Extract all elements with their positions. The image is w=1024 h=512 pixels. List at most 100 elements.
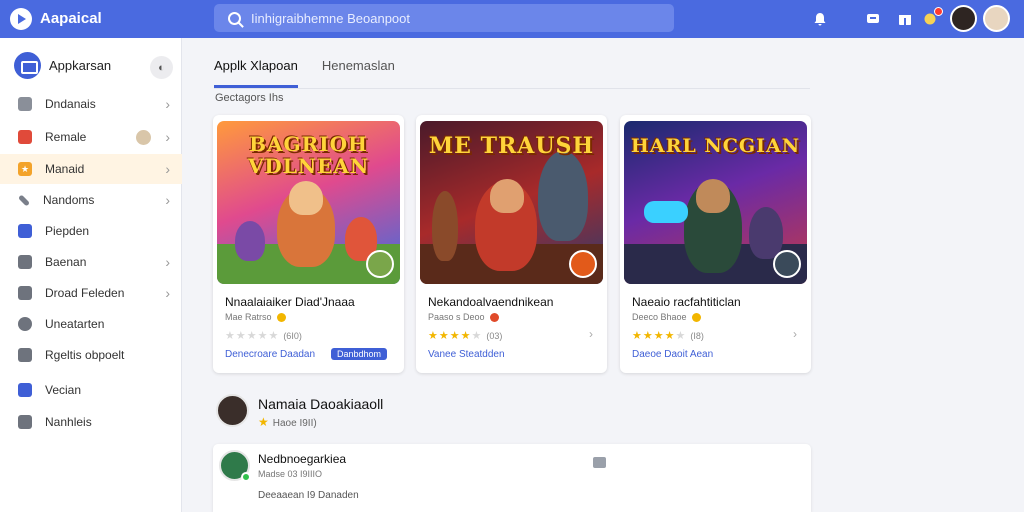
chevron-right-icon: ›	[165, 129, 170, 145]
person-icon	[18, 317, 32, 331]
star-icon: ★	[18, 162, 32, 176]
game-meta: Deeco Bhaoe	[632, 312, 701, 322]
game-name: Naeaio racfahtiticlan	[632, 295, 741, 309]
list-item[interactable]: Nedbnoegarkiea Madse 03 I9IIIO Deeaaean …	[213, 444, 811, 512]
chevron-right-icon: ›	[165, 254, 170, 270]
game-meta-text: Paaso s Deoo	[428, 312, 485, 322]
star-icon: ★	[258, 415, 269, 429]
game-art-title: BAGRIOH VDLNEAN	[247, 132, 370, 178]
search-input[interactable]	[251, 10, 631, 26]
developer-rating: ★ Haoe I9II)	[258, 415, 317, 429]
developer-avatar[interactable]	[216, 394, 249, 427]
list-item-footer: Deeaaean I9 Danaden	[258, 490, 359, 501]
game-card[interactable]: HARL NCGIAN Naeaio racfahtiticlan Deeco …	[620, 115, 811, 373]
game-art-title: HARL NCGIAN	[630, 135, 801, 157]
section-label: Gectagors Ihs	[215, 92, 284, 104]
chevron-right-icon: ›	[165, 285, 170, 301]
tab-bar: Applk Xlapoan Henemaslan	[214, 58, 419, 88]
image-icon[interactable]	[593, 457, 606, 468]
chevron-right-icon: ›	[165, 96, 170, 112]
lock-icon	[18, 255, 32, 269]
app-title: Aapaical	[40, 10, 102, 27]
coin-icon	[276, 312, 286, 322]
game-badge-icon	[569, 250, 597, 278]
sidebar-header-label: Appkarsan	[49, 58, 112, 73]
tab-divider	[214, 88, 810, 89]
sidebar-item-label: Droad Feleden	[45, 286, 125, 300]
gift-icon[interactable]	[895, 9, 915, 29]
doc-icon	[18, 348, 32, 362]
search-bar[interactable]	[214, 4, 674, 32]
game-art[interactable]: ME TRAUSH	[420, 121, 603, 284]
rating-count: (I8)	[690, 331, 704, 341]
top-bar: Aapaical	[0, 0, 1024, 38]
sidebar-item-label: Vecian	[45, 383, 82, 397]
developer-link[interactable]: Denecroare Daadan	[225, 349, 315, 360]
rating: ★★★★★ (6I0)	[225, 329, 302, 342]
game-name: Nekandoalvaendnikean	[428, 295, 554, 309]
sidebar-item-2[interactable]: Remale ›	[0, 122, 182, 152]
game-card[interactable]: ME TRAUSH Nekandoalvaendnikean Paaso s D…	[416, 115, 607, 373]
avatar-secondary[interactable]	[983, 5, 1010, 32]
game-art[interactable]: HARL NCGIAN	[624, 121, 807, 284]
tab-secondary[interactable]: Henemaslan	[322, 58, 395, 88]
sidebar-item-3[interactable]: ★ Manaid ›	[0, 154, 182, 184]
square-icon	[18, 383, 32, 397]
chat-icon[interactable]	[863, 9, 883, 29]
game-meta: Mae Ratrso	[225, 312, 286, 322]
rating-count: (03)	[486, 331, 503, 341]
developer-rating-text: Haoe I9II)	[272, 418, 317, 429]
stars-icon: ★★★★★	[225, 330, 280, 342]
sidebar-item-10[interactable]: Vecian	[0, 375, 182, 405]
flag-icon	[18, 130, 32, 144]
pen-icon	[17, 193, 31, 207]
search-icon	[228, 11, 241, 25]
install-button[interactable]: Danbdhom	[331, 348, 388, 360]
rating-count: (6I0)	[283, 331, 302, 341]
sidebar-header[interactable]: Appkarsan	[14, 52, 111, 79]
sidebar-item-label: Piepden	[45, 224, 90, 238]
game-art[interactable]: BAGRIOH VDLNEAN	[217, 121, 400, 284]
sidebar-item-label: Remale	[45, 130, 87, 144]
sidebar-item-6[interactable]: Baenan ›	[0, 247, 182, 277]
list-item-title: Nedbnoegarkiea	[258, 452, 347, 466]
game-badge-icon	[773, 250, 801, 278]
game-meta: Paaso s Deoo	[428, 312, 499, 322]
stars-icon: ★★★★	[428, 330, 472, 342]
sidebar-item-label: Dndanais	[45, 97, 96, 111]
rating: ★★★★★ (03)	[428, 330, 503, 342]
users-icon	[18, 286, 32, 300]
list-item-subtitle: Madse 03 I9IIIO	[258, 469, 323, 479]
sidebar-item-7[interactable]: Droad Feleden ›	[0, 278, 182, 308]
mini-avatar	[136, 129, 151, 145]
avatar-user[interactable]	[950, 5, 977, 32]
chevron-right-icon: ›	[165, 192, 170, 208]
developer-link[interactable]: Daeoe Daoit Aean	[632, 349, 713, 360]
sidebar-item-11[interactable]: Nanhleis	[0, 407, 182, 437]
note-icon	[18, 415, 32, 429]
tab-apps[interactable]: Applk Xlapoan	[214, 58, 298, 88]
game-card[interactable]: BAGRIOH VDLNEAN Nnaalaiaiker Diad'Jnaaa …	[213, 115, 404, 373]
sidebar-item-label: Baenan	[45, 255, 87, 269]
sidebar: Appkarsan ◐ Dndanais › Remale › ★ Manaid…	[0, 38, 182, 512]
sidebar-item-4[interactable]: Nandoms ›	[0, 185, 182, 215]
chevron-right-icon[interactable]: ›	[793, 327, 797, 341]
chevron-right-icon: ›	[165, 161, 170, 177]
chevron-right-icon[interactable]: ›	[589, 327, 593, 341]
bell-icon[interactable]	[810, 9, 830, 29]
sidebar-item-label: Rgeltis obpoelt	[45, 348, 125, 362]
sidebar-item-1[interactable]: Dndanais ›	[0, 89, 182, 119]
developer-link[interactable]: Vanee Steatdden	[428, 349, 505, 360]
sidebar-item-label: Nanhleis	[45, 415, 92, 429]
sidebar-item-5[interactable]: Piepden	[0, 216, 182, 246]
app-store-icon	[14, 52, 41, 79]
sidebar-toggle-button[interactable]: ◐	[150, 56, 173, 79]
stars-icon: ★★★★	[632, 330, 676, 342]
app-logo-icon[interactable]	[10, 8, 32, 30]
game-meta-text: Deeco Bhaoe	[632, 312, 687, 322]
sidebar-item-8[interactable]: Uneatarten	[0, 309, 182, 339]
notification-icon[interactable]	[920, 7, 943, 29]
box-icon	[18, 224, 32, 238]
sidebar-item-9[interactable]: Rgeltis obpoelt	[0, 340, 182, 370]
grid-icon	[18, 97, 32, 111]
